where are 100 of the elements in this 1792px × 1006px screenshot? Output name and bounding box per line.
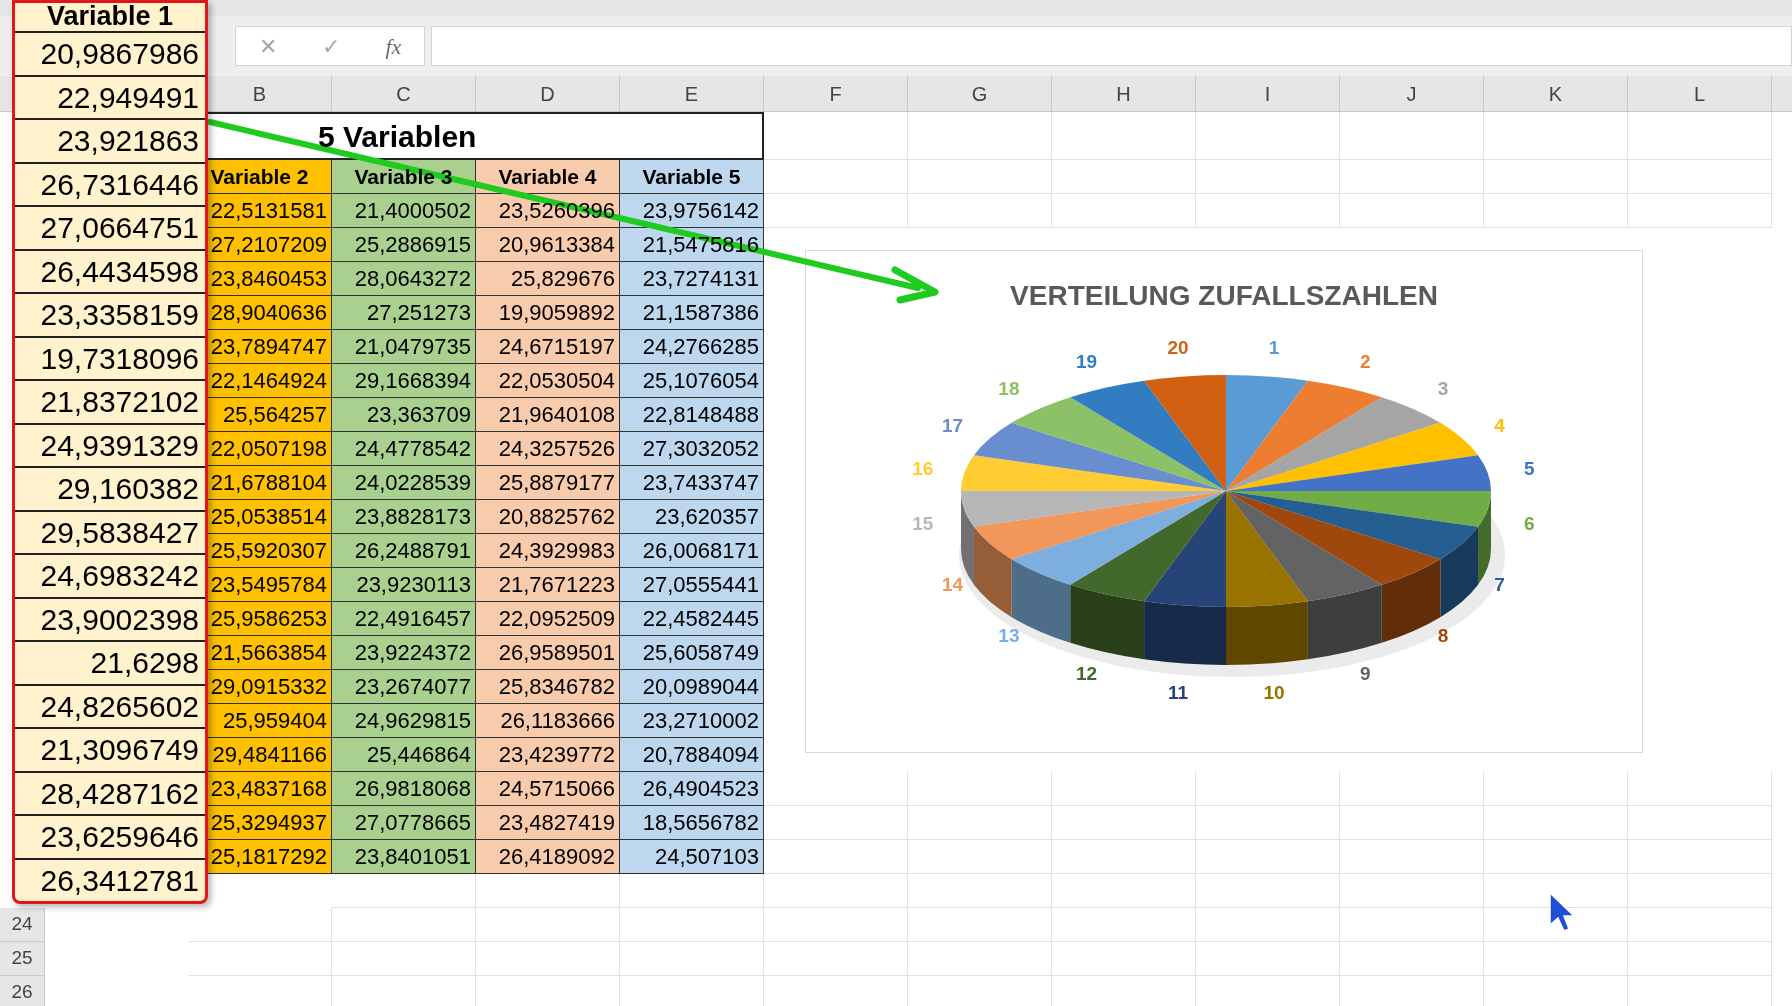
table-cell[interactable]	[1340, 840, 1484, 874]
table-cell[interactable]	[1196, 112, 1340, 160]
table-cell[interactable]	[1052, 942, 1196, 976]
table-cell[interactable]	[1196, 160, 1340, 194]
table-cell[interactable]	[1340, 112, 1484, 160]
table-cell: 24,4778542	[332, 432, 476, 466]
table-cell[interactable]	[1052, 194, 1196, 228]
table-cell[interactable]	[1628, 908, 1772, 942]
table-cell[interactable]	[1196, 806, 1340, 840]
column-header[interactable]: K	[1548, 78, 1563, 109]
chart-area[interactable]: VERTEILUNG ZUFALLSZAHLEN 20 1 19 2 18 3 17 4 16 5 15 6 14 7 13 8 12 9 11 10	[805, 250, 1643, 753]
table-cell[interactable]	[908, 942, 1052, 976]
table-cell[interactable]	[1196, 942, 1340, 976]
column-header[interactable]: L	[1693, 78, 1706, 109]
row-number[interactable]: 24	[0, 908, 45, 942]
table-cell[interactable]	[1340, 908, 1484, 942]
table-cell[interactable]	[1628, 874, 1772, 908]
table-cell[interactable]	[476, 908, 620, 942]
row-number[interactable]: 25	[0, 942, 45, 976]
table-cell[interactable]	[1052, 840, 1196, 874]
table-cell[interactable]	[1484, 194, 1628, 228]
table-cell[interactable]	[1484, 772, 1628, 806]
table-cell[interactable]	[1052, 160, 1196, 194]
table-cell[interactable]	[1340, 160, 1484, 194]
table-cell[interactable]	[1052, 908, 1196, 942]
table-cell[interactable]	[1340, 772, 1484, 806]
table-cell[interactable]	[908, 840, 1052, 874]
table-cell[interactable]	[764, 942, 908, 976]
table-cell[interactable]	[764, 806, 908, 840]
table-cell[interactable]	[1052, 874, 1196, 908]
table-cell[interactable]	[332, 874, 476, 908]
table-cell[interactable]	[620, 942, 764, 976]
table-cell[interactable]	[1196, 908, 1340, 942]
table-cell[interactable]	[1484, 806, 1628, 840]
table-cell[interactable]	[1484, 160, 1628, 194]
table-cell[interactable]	[908, 772, 1052, 806]
table-cell: 27,0664751	[15, 207, 205, 251]
table-cell[interactable]	[1628, 942, 1772, 976]
data-label: 19	[1076, 350, 1098, 372]
table-cell[interactable]	[764, 908, 908, 942]
formula-input[interactable]	[431, 26, 1792, 66]
column-header[interactable]: E	[684, 78, 699, 109]
table-cell[interactable]	[620, 908, 764, 942]
table-cell[interactable]	[1628, 840, 1772, 874]
row-number[interactable]: 26	[0, 976, 45, 1006]
table-cell[interactable]	[764, 772, 908, 806]
table-cell[interactable]	[1484, 942, 1628, 976]
table-cell[interactable]	[1340, 194, 1484, 228]
table-cell[interactable]	[764, 194, 908, 228]
column-header[interactable]: J	[1406, 78, 1417, 109]
table-cell[interactable]	[1196, 194, 1340, 228]
column-header[interactable]: F	[829, 78, 842, 109]
table-cell[interactable]	[1052, 806, 1196, 840]
table-cell[interactable]	[908, 874, 1052, 908]
table-cell[interactable]	[1196, 874, 1340, 908]
table-cell[interactable]	[476, 942, 620, 976]
table-cell[interactable]	[908, 160, 1052, 194]
table-cell[interactable]	[1628, 806, 1772, 840]
data-label: 8	[1437, 625, 1449, 647]
table-cell[interactable]	[476, 874, 620, 908]
table-cell[interactable]	[908, 908, 1052, 942]
table-cell: 24,8265602	[15, 685, 205, 729]
table-cell[interactable]	[1484, 112, 1628, 160]
table-cell[interactable]	[908, 112, 1052, 160]
column-header[interactable]: H	[1116, 78, 1131, 109]
table-cell[interactable]	[1628, 772, 1772, 806]
table-cell[interactable]	[764, 112, 908, 160]
table-cell: 24,5715066	[476, 772, 620, 806]
column-header[interactable]: C	[396, 78, 411, 109]
table-cell[interactable]	[1484, 840, 1628, 874]
table-cell[interactable]	[332, 942, 476, 976]
table-cell[interactable]	[1340, 806, 1484, 840]
table-cell[interactable]	[1628, 194, 1772, 228]
table-cell: 19,7318096	[15, 337, 205, 381]
table-cell: 23,8401051	[332, 840, 476, 874]
table-cell[interactable]	[764, 874, 908, 908]
insert-function-button[interactable]: fx	[377, 29, 410, 63]
table-cell[interactable]	[1340, 942, 1484, 976]
table-cell[interactable]	[332, 908, 476, 942]
table-cell[interactable]	[908, 806, 1052, 840]
table-cell[interactable]	[764, 840, 908, 874]
column-header[interactable]: I	[1264, 78, 1271, 109]
table-cell[interactable]	[1052, 772, 1196, 806]
column-header[interactable]: B	[252, 78, 267, 109]
data-label: 2	[1360, 350, 1371, 372]
table-cell[interactable]	[1340, 874, 1484, 908]
table-cell[interactable]	[1196, 840, 1340, 874]
table-cell: 19,9059892	[476, 296, 620, 330]
table-cell[interactable]	[188, 908, 332, 942]
table-cell[interactable]	[620, 874, 764, 908]
column-header[interactable]: G	[971, 78, 988, 109]
table-cell[interactable]	[1052, 112, 1196, 160]
table-cell[interactable]	[908, 194, 1052, 228]
table-cell[interactable]	[1628, 112, 1772, 160]
table-cell: 24,2766285	[620, 330, 764, 364]
table-cell[interactable]	[1628, 160, 1772, 194]
table-cell[interactable]	[764, 160, 908, 194]
table-cell[interactable]	[1196, 772, 1340, 806]
column-header[interactable]: D	[540, 78, 555, 109]
table-cell[interactable]	[188, 942, 332, 976]
